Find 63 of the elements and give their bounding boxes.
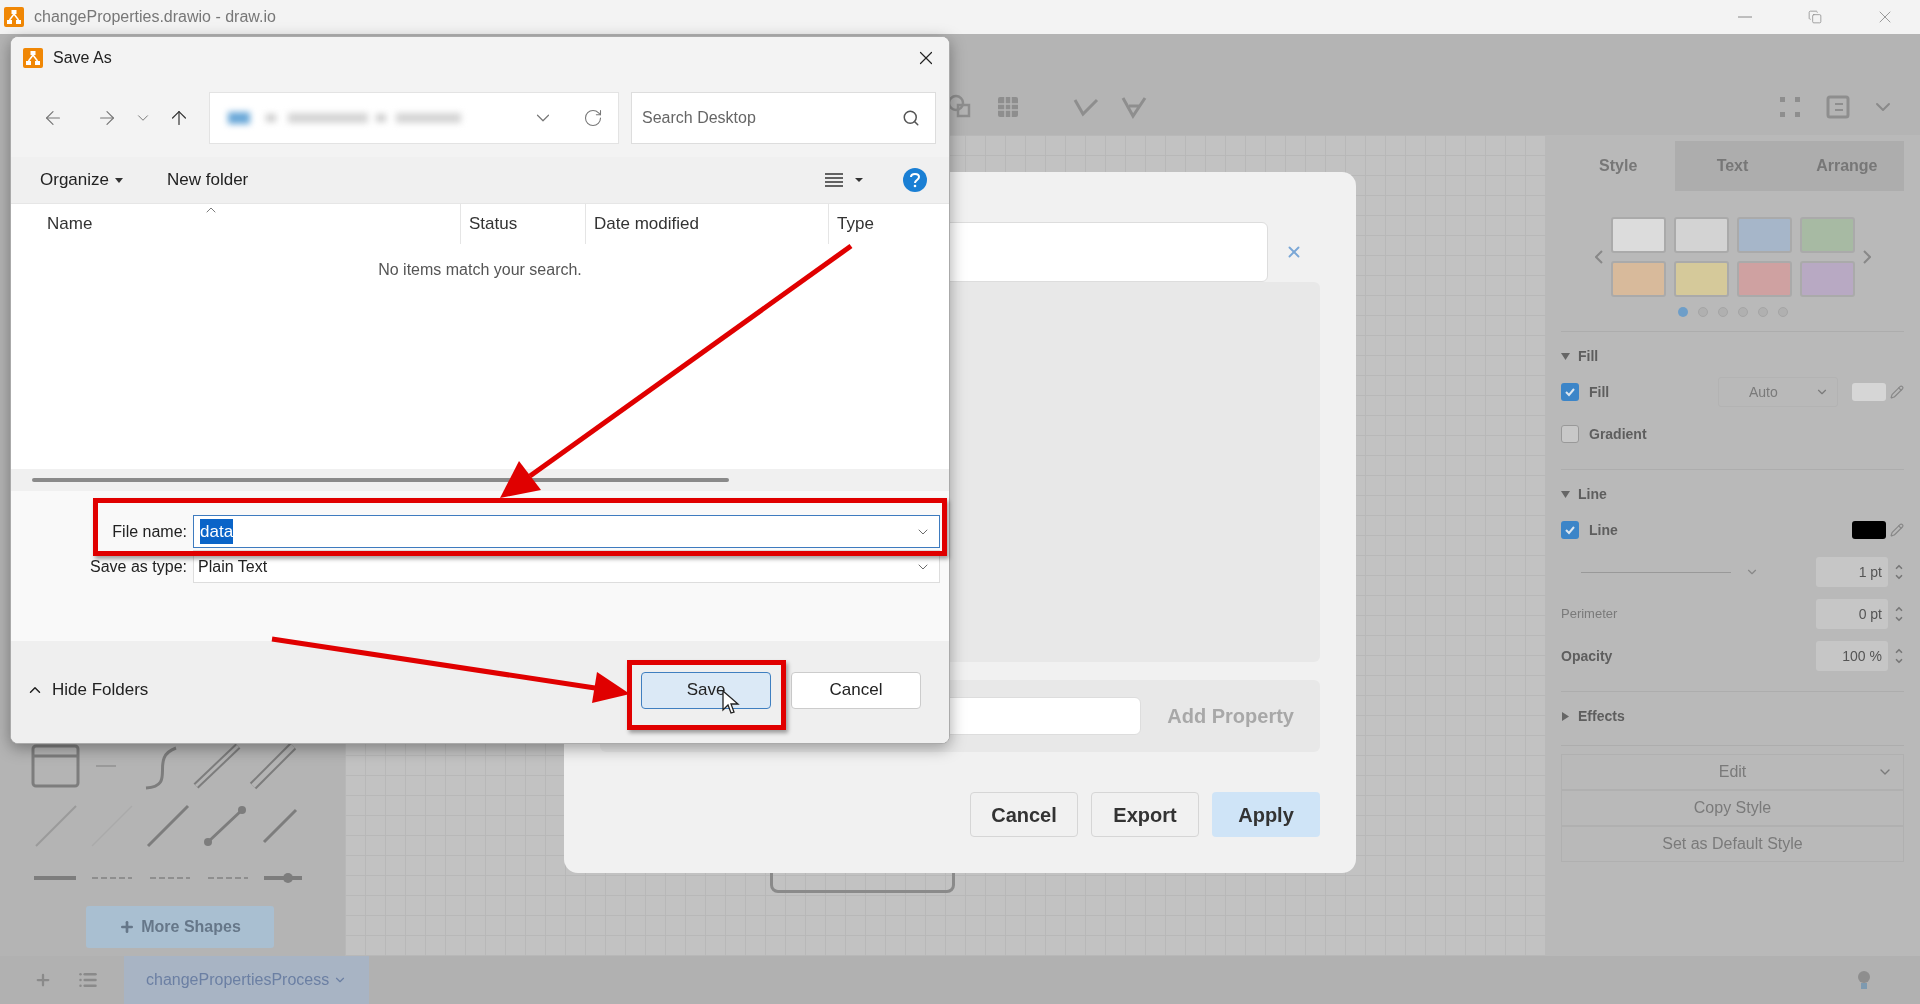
expanded-triangle-icon[interactable] (1561, 352, 1570, 361)
pages-list-icon[interactable] (78, 970, 98, 990)
column-header[interactable]: Type (828, 204, 949, 244)
file-name-field[interactable]: data (193, 515, 940, 548)
add-page-icon[interactable] (34, 971, 52, 989)
refresh-icon (583, 108, 603, 128)
section-title: Effects (1578, 707, 1625, 726)
style-swatch[interactable] (1673, 261, 1729, 297)
checkbox-label: Line (1589, 520, 1618, 540)
help-icon[interactable] (903, 168, 927, 192)
save-type-label: Save as type: (89, 556, 188, 577)
dialog-button[interactable]: Apply (1212, 792, 1320, 837)
hide-folders-button[interactable]: Hide Folders (26, 677, 149, 703)
checkbox-label: Fill (1589, 382, 1610, 402)
checkbox[interactable] (1561, 383, 1579, 401)
collapsed-triangle-icon[interactable] (1561, 712, 1570, 721)
view-options-icon[interactable] (823, 172, 863, 188)
checkbox[interactable] (1561, 521, 1579, 539)
column-header[interactable]: Name (11, 204, 460, 244)
plus-icon (119, 919, 136, 935)
restore-icon (1808, 10, 1822, 24)
column-header[interactable]: Date modified (585, 204, 828, 244)
dialog-title: Save As (53, 48, 112, 68)
minimize-icon (1738, 16, 1752, 18)
color-swatch[interactable] (1852, 383, 1886, 401)
address-bar[interactable] (209, 92, 619, 144)
number-field[interactable]: 1 pt (1816, 557, 1888, 587)
dialog-button[interactable]: Export (1091, 792, 1199, 837)
section-title: Fill (1578, 347, 1599, 366)
checkmark-icon (1564, 386, 1576, 398)
organize-menu[interactable]: Organize (40, 167, 123, 193)
style-swatch[interactable] (1736, 217, 1792, 253)
checkbox[interactable] (1561, 425, 1579, 443)
new-folder-button[interactable]: New folder (167, 167, 249, 193)
color-swatch[interactable] (1852, 521, 1886, 539)
column-header[interactable]: Status (460, 204, 585, 244)
file-name-label: File name: (111, 521, 188, 542)
empty-message: No items match your search. (378, 260, 582, 280)
style-swatch[interactable] (1736, 261, 1792, 297)
pencil-icon[interactable] (1890, 523, 1904, 537)
dialog-button[interactable]: Save (641, 671, 771, 709)
search-field[interactable]: Search Desktop (631, 92, 936, 144)
style-swatch[interactable] (1673, 217, 1729, 253)
style-swatch[interactable] (1610, 261, 1666, 297)
section-title: Line (1578, 485, 1607, 504)
window-title: changeProperties.drawio - draw.io (34, 7, 276, 27)
expanded-triangle-icon[interactable] (1561, 490, 1570, 499)
dialog-button[interactable]: Cancel (791, 671, 921, 709)
dialog-button[interactable]: Cancel (970, 792, 1078, 837)
horizontal-scrollbar[interactable] (32, 478, 729, 482)
row-label: Opacity (1561, 646, 1613, 666)
checkbox-label: Gradient (1589, 424, 1647, 444)
style-swatch[interactable] (1610, 217, 1666, 253)
style-swatch[interactable] (1799, 261, 1855, 297)
search-icon (902, 109, 920, 127)
row-label: Perimeter (1561, 605, 1618, 624)
app-logo-icon (4, 7, 24, 27)
number-field[interactable]: 0 pt (1816, 599, 1888, 629)
app-logo-icon (23, 48, 43, 68)
caret-icon (115, 177, 123, 183)
checkmark-icon (1564, 524, 1576, 536)
number-field[interactable]: 100 % (1816, 641, 1888, 671)
pencil-icon[interactable] (1890, 385, 1904, 399)
